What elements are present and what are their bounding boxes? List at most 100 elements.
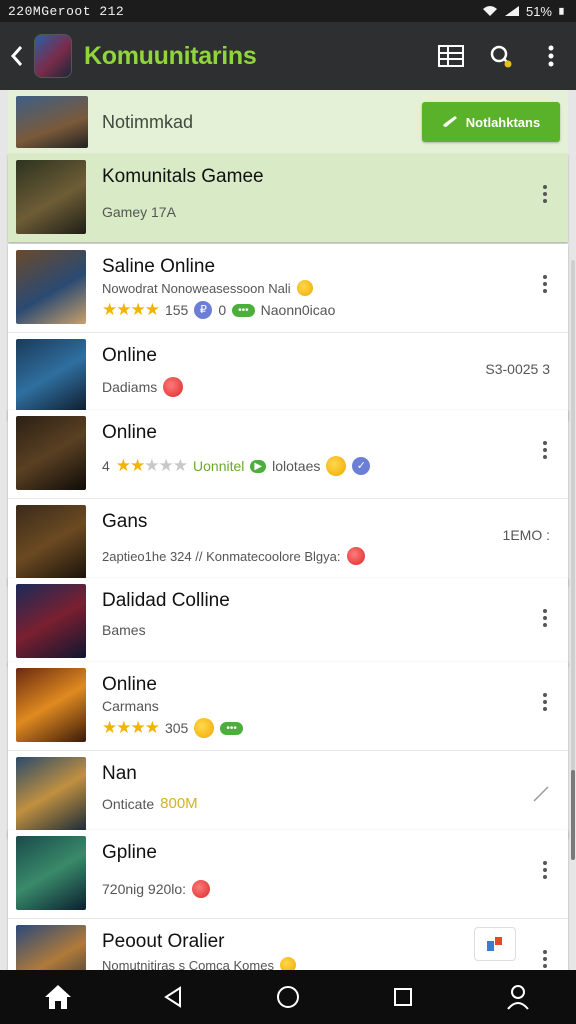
notifications-button-label: Notlahktans: [465, 114, 541, 130]
app-avatar[interactable]: [34, 34, 72, 78]
status-time: 220MGeroot 212: [8, 3, 125, 19]
overflow-menu-button[interactable]: [526, 22, 576, 90]
app-title: Komuunitarins: [84, 41, 257, 70]
game-thumbnail: [16, 250, 86, 324]
item-more-button[interactable]: [536, 180, 554, 208]
ruble-badge-icon: ₽: [194, 301, 213, 319]
rating-count: 305: [164, 720, 189, 736]
item-title: Komunitals Gamee: [102, 166, 264, 187]
scrollbar-thumb[interactable]: [571, 770, 575, 860]
list-item[interactable]: Online Carmans ★★★★ 305 •••: [8, 662, 568, 750]
item-subtitle: 2aptieo1he 324 // Konmatecoolore Blgya:: [102, 548, 341, 564]
rating-count: 155: [164, 302, 189, 318]
community-card: Saline Online Nowodrat Nonoweasessoon Na…: [8, 244, 568, 420]
community-card: Dalidad Colline Bames: [8, 578, 568, 666]
item-extra: lolotaes: [272, 458, 321, 474]
item-subtitle: Gamey 17A: [102, 204, 176, 220]
signal-icon: [504, 6, 519, 16]
game-thumbnail: [16, 925, 86, 970]
game-thumbnail: [16, 416, 86, 490]
item-title: Saline Online: [102, 256, 216, 277]
home-icon: [44, 985, 71, 1009]
recents-square-icon: [394, 988, 413, 1006]
item-more-button[interactable]: [536, 270, 554, 298]
item-subtitle: 720nig 920lo:: [102, 881, 187, 897]
battery-icon: [559, 7, 564, 15]
pencil-icon: [442, 116, 457, 127]
item-green-text: Uonnitel: [193, 458, 245, 474]
game-thumbnail: [16, 339, 86, 413]
nav-recents-button[interactable]: [373, 970, 433, 1024]
item-more-button[interactable]: [536, 436, 554, 464]
community-card: Online Carmans ★★★★ 305 ••• Nan Onticate…: [8, 662, 568, 838]
list-item[interactable]: Nan Onticate 800M: [8, 750, 568, 838]
nav-home-circle-button[interactable]: [258, 970, 318, 1024]
item-more-button[interactable]: [536, 688, 554, 716]
list-item[interactable]: Online Dadiams S3-0025 3: [8, 332, 568, 420]
scrollbar[interactable]: [571, 260, 575, 860]
play-badge-icon: ▶: [250, 459, 267, 473]
item-subtitle: Dadiams: [102, 379, 158, 395]
game-thumbnail: [16, 757, 86, 831]
status-bar: 220MGeroot 212 51%: [0, 0, 576, 22]
item-subtitle: Carmans: [102, 698, 159, 714]
chat-badge-icon: •••: [232, 303, 255, 317]
table-view-button[interactable]: [426, 22, 476, 90]
table-icon: [438, 45, 464, 67]
item-description: Nowodrat Nonoweasessoon Nali: [102, 280, 291, 296]
item-title: Online: [102, 674, 157, 695]
item-tag: Naonn0icao: [260, 302, 336, 318]
community-list[interactable]: Notimmkad Notlahktans Komunitals Gamee G…: [0, 90, 576, 970]
list-item[interactable]: Peoout Oralier Nomutnitiras s Comca Kome…: [8, 918, 568, 970]
item-more-button[interactable]: [536, 604, 554, 632]
account-icon: [507, 985, 530, 1010]
game-thumbnail: [16, 160, 86, 234]
badge-count: 0: [218, 302, 227, 318]
item-title: Online: [102, 422, 157, 443]
item-subtitle: Nomutnitiras s Comca Komes: [102, 957, 274, 971]
edit-line-icon[interactable]: [532, 785, 550, 803]
nav-home-button[interactable]: [28, 970, 88, 1024]
rating-stars: ★★★★: [102, 300, 160, 319]
thumbs-up-emoji-icon: [194, 718, 215, 738]
rating-stars: ★★★★★: [115, 456, 188, 475]
community-card: Komunitals Gamee Gamey 17A: [8, 154, 568, 242]
list-item[interactable]: Gans 2aptieo1he 324 // Konmatecoolore Bl…: [8, 498, 568, 586]
back-arrow-icon: [10, 46, 23, 66]
banner-label: Notimmkad: [102, 111, 194, 132]
item-gold-text: 800M: [160, 795, 198, 812]
nav-account-button[interactable]: [488, 970, 548, 1024]
item-more-button[interactable]: [536, 856, 554, 884]
search-button[interactable]: [476, 22, 526, 90]
list-item[interactable]: Saline Online Nowodrat Nonoweasessoon Na…: [8, 244, 568, 332]
banner-thumbnail: [16, 96, 88, 148]
game-thumbnail: [16, 668, 86, 742]
wifi-icon: [482, 6, 497, 16]
emoji-icon: [279, 957, 296, 970]
home-circle-icon: [276, 986, 299, 1008]
game-thumbnail: [16, 505, 86, 579]
back-button[interactable]: [0, 22, 34, 90]
chat-badge-icon: •••: [220, 721, 243, 735]
nav-back-button[interactable]: [143, 970, 203, 1024]
notifications-button[interactable]: Notlahktans: [422, 102, 560, 142]
item-meta: S3-0025 3: [485, 361, 550, 377]
heart-badge-icon: [192, 880, 211, 898]
item-title: Gpline: [102, 842, 157, 863]
list-item[interactable]: Gpline 720nig 920lo:: [8, 830, 568, 918]
list-item[interactable]: Dalidad Colline Bames: [8, 578, 568, 666]
community-card: Gpline 720nig 920lo: Peoout Oralier Nomu…: [8, 830, 568, 970]
share-icon: [487, 937, 502, 951]
list-item[interactable]: Online 4 ★★★★★ Uonnitel ▶ lolotaes ✓: [8, 410, 568, 498]
back-triangle-icon: [163, 986, 181, 1008]
item-meta: 1EMO :: [502, 527, 550, 543]
emoji-icon: [296, 280, 313, 296]
item-more-button[interactable]: [536, 945, 554, 970]
rating-stars: ★★★★: [102, 718, 160, 737]
list-item[interactable]: Komunitals Gamee Gamey 17A: [8, 154, 568, 242]
share-button[interactable]: [474, 927, 516, 961]
item-title: Gans: [102, 511, 148, 532]
item-title: Nan: [102, 763, 137, 784]
verified-icon: ✓: [352, 457, 371, 475]
system-nav-bar: [0, 970, 576, 1024]
